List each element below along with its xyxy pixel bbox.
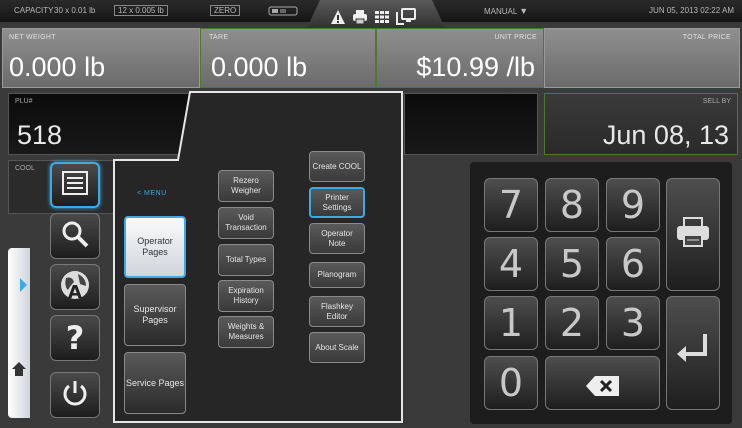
capacity-range-1: 30 x 0.01 lb — [54, 6, 96, 15]
help-button[interactable]: ? — [50, 315, 100, 361]
home-icon[interactable] — [10, 360, 28, 378]
tare-label: TARE — [209, 34, 229, 41]
supervisor-pages-button[interactable]: Supervisor Pages — [124, 284, 186, 346]
total-price-label: TOTAL PRICE — [682, 34, 731, 41]
backspace-key[interactable] — [545, 356, 660, 410]
warning-icon — [330, 9, 346, 25]
total-types-button[interactable]: Total Types — [218, 244, 274, 276]
key-0[interactable]: 0 — [484, 356, 538, 410]
sell-by-value: Jun 08, 13 — [602, 120, 729, 150]
void-transaction-button[interactable]: Void Transaction — [218, 207, 274, 239]
planogram-button[interactable]: Planogram — [309, 262, 365, 288]
expand-arrow-icon[interactable] — [18, 270, 28, 300]
key-8[interactable]: 8 — [545, 178, 599, 232]
flashkey-editor-button[interactable]: Flashkey Editor — [309, 296, 365, 327]
globe-language-icon: A — [58, 268, 92, 307]
printer-settings-button[interactable]: Printer Settings — [309, 187, 365, 218]
operator-pages-button[interactable]: Operator Pages — [124, 216, 186, 278]
rezero-weigher-button[interactable]: Rezero Weigher — [218, 170, 274, 202]
power-icon — [60, 378, 90, 413]
key-7[interactable]: 7 — [484, 178, 538, 232]
power-button[interactable] — [50, 372, 100, 418]
network-computer-icon — [396, 8, 416, 25]
menu-back-link[interactable]: < MENU — [137, 190, 167, 197]
total-price-display: TOTAL PRICE — [544, 28, 740, 88]
plu-label: PLU# — [15, 98, 33, 105]
key-5[interactable]: 5 — [545, 237, 599, 291]
service-pages-button[interactable]: Service Pages — [124, 352, 186, 414]
unit-price-display[interactable]: UNIT PRICE $10.99 /lb — [376, 28, 544, 88]
enter-arrow-icon — [675, 327, 711, 379]
sell-by-display[interactable]: SELL BY Jun 08, 13 — [544, 93, 738, 155]
zero-indicator: ZERO — [210, 5, 241, 16]
sell-by-label: SELL BY — [702, 98, 731, 105]
datetime: JUN 05, 2013 02:22 AM — [649, 6, 734, 15]
net-weight-display: NET WEIGHT 0.000 lb — [2, 28, 200, 88]
about-scale-button[interactable]: About Scale — [309, 332, 365, 363]
printer-icon — [675, 209, 711, 261]
search-icon — [60, 219, 90, 254]
status-icon-tab — [306, 0, 446, 30]
print-key[interactable] — [666, 178, 720, 291]
create-cool-button[interactable]: Create COOL — [309, 151, 365, 182]
plu-value: 518 — [17, 120, 63, 150]
key-1[interactable]: 1 — [484, 296, 538, 350]
expiration-history-button[interactable]: Expiration History — [218, 280, 274, 312]
capacity-range-2: 12 x 0.005 lb — [114, 5, 168, 16]
capacity-label: CAPACITY — [14, 6, 54, 15]
grid-icon — [374, 9, 390, 25]
key-6[interactable]: 6 — [606, 237, 660, 291]
tare-value: 0.000 lb — [211, 52, 308, 82]
menu-button[interactable] — [50, 162, 100, 208]
tare-display[interactable]: TARE 0.000 lb — [200, 28, 376, 88]
mode-indicator[interactable]: MANUAL ▼ — [484, 6, 528, 16]
key-9[interactable]: 9 — [606, 178, 660, 232]
search-button[interactable] — [50, 213, 100, 259]
menu-list-icon — [62, 170, 88, 200]
key-2[interactable]: 2 — [545, 296, 599, 350]
printer-icon — [352, 9, 368, 25]
question-mark-icon: ? — [65, 319, 85, 357]
operator-note-button[interactable]: Operator Note — [309, 223, 365, 254]
svg-text:A: A — [68, 282, 82, 302]
key-4[interactable]: 4 — [484, 237, 538, 291]
enter-key[interactable] — [666, 296, 720, 410]
cool-label: COOL — [15, 165, 35, 172]
connection-icon — [268, 6, 298, 16]
unit-price-label: UNIT PRICE — [494, 34, 537, 41]
language-button[interactable]: A — [50, 264, 100, 310]
net-weight-label: NET WEIGHT — [9, 34, 56, 41]
unit-price-value: $10.99 /lb — [416, 52, 535, 82]
net-weight-value: 0.000 lb — [9, 52, 106, 82]
item-description-display — [404, 93, 538, 155]
key-3[interactable]: 3 — [606, 296, 660, 350]
weights-measures-button[interactable]: Weights & Measures — [218, 316, 274, 348]
backspace-icon — [585, 361, 621, 405]
